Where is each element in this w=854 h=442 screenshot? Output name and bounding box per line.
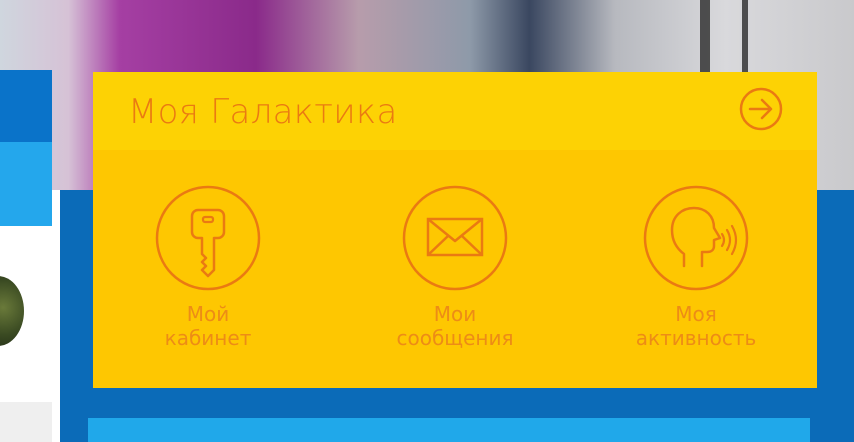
- left-footer-strip: [0, 402, 52, 442]
- arrow-circle-right-icon: [739, 87, 783, 131]
- tile-my-messages[interactable]: Мои сообщения: [355, 184, 555, 350]
- key-icon: [155, 185, 261, 291]
- speaking-head-icon: [643, 185, 749, 291]
- left-nav-band-secondary: [0, 142, 52, 226]
- tile-label: Моя активность: [635, 302, 757, 350]
- open-widget-button[interactable]: [738, 86, 784, 132]
- widget-title: Моя Галактика: [128, 92, 398, 132]
- tile-my-activity[interactable]: Моя активность: [596, 184, 796, 350]
- tile-my-cabinet[interactable]: Мой кабинет: [108, 184, 308, 350]
- left-nav-band: [0, 70, 52, 142]
- tile-label: Мой кабинет: [164, 302, 252, 350]
- next-widget-edge: [88, 418, 810, 442]
- envelope-icon: [402, 185, 508, 291]
- widget-header: Моя Галактика: [93, 72, 817, 150]
- my-galaxy-widget: Моя Галактика Мой кабинет Мои сообщения: [93, 72, 817, 388]
- tile-label: Мои сообщения: [396, 302, 514, 350]
